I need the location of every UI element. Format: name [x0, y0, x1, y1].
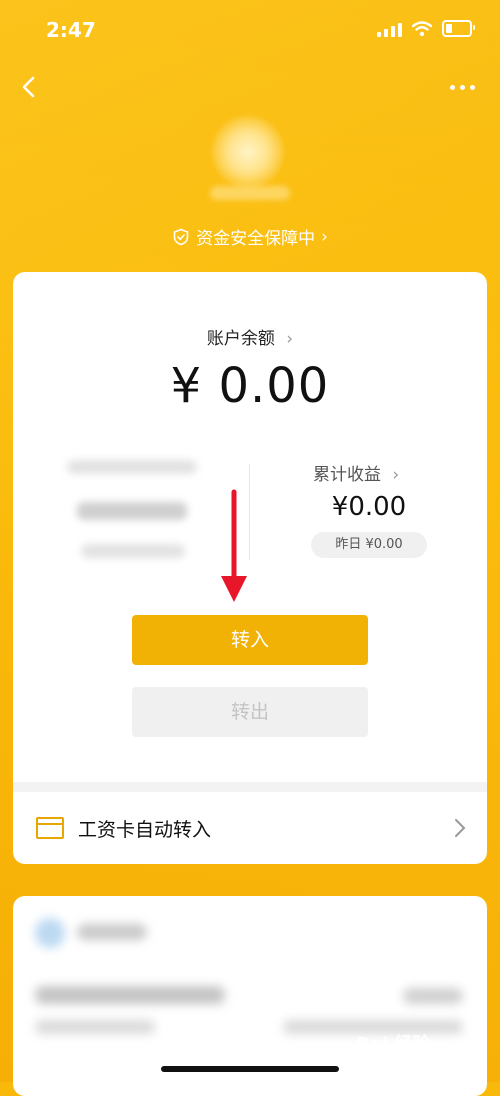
chevron-right-icon: › — [321, 226, 328, 247]
status-time: 2:47 — [46, 18, 96, 42]
status-bar: 2:47 — [0, 0, 500, 60]
security-label: 资金安全保障中 — [196, 229, 316, 249]
transfer-in-button[interactable]: 转入 — [132, 615, 368, 665]
wifi-icon — [412, 20, 432, 36]
balance-label: 账户余额 — [206, 329, 275, 349]
red-arrow-down-icon — [221, 489, 247, 602]
salary-auto-transfer-label: 工资卡自动转入 — [78, 818, 212, 841]
section-separator — [13, 782, 487, 792]
back-button[interactable] — [16, 72, 46, 102]
blurred-info — [31, 440, 229, 578]
status-icons — [377, 20, 475, 37]
balance-link[interactable]: 账户余额 › — [13, 324, 487, 349]
shield-icon — [173, 228, 189, 245]
more-icon — [449, 84, 455, 90]
balance-amount: ¥ 0.00 — [170, 358, 330, 414]
battery-icon — [442, 20, 475, 37]
earnings-amount: ¥0.00 — [331, 492, 407, 522]
balance-card: 账户余额 › ¥ 0.00 累计收益 › ¥0.00 昨日 ¥0.00 转入 转… — [13, 272, 487, 864]
salary-auto-transfer-row[interactable]: 工资卡自动转入 — [13, 792, 487, 864]
watermark: Bai 经验 — [356, 1034, 431, 1055]
earnings-label: 累计收益 — [313, 465, 381, 485]
transfer-out-button[interactable]: 转出 — [132, 687, 368, 737]
chevron-right-icon: › — [286, 329, 294, 349]
home-indicator[interactable] — [161, 1066, 339, 1072]
yesterday-earnings-badge: 昨日 ¥0.00 — [311, 532, 427, 558]
nav-bar — [0, 68, 500, 108]
signal-icon — [377, 21, 402, 37]
chevron-right-icon — [455, 819, 466, 837]
card-icon — [36, 817, 64, 839]
back-arrow-icon — [22, 76, 35, 98]
more-button[interactable] — [444, 72, 480, 102]
avatar — [212, 116, 284, 188]
earnings-link[interactable]: 累计收益 › — [313, 460, 399, 485]
chevron-right-icon: › — [392, 465, 400, 485]
avatar-name-blurred — [210, 186, 290, 200]
security-link[interactable]: 资金安全保障中 › — [0, 224, 500, 249]
